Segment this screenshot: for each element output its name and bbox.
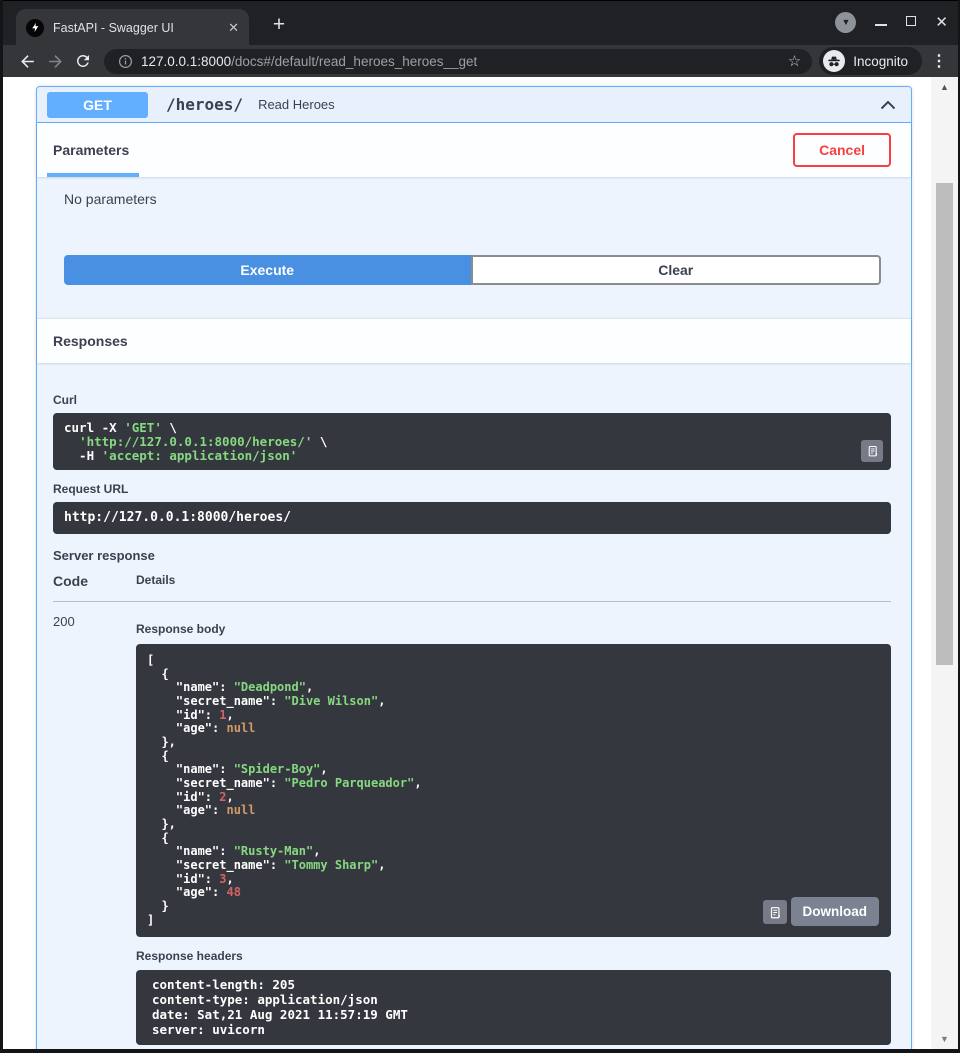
details-column-header: Details <box>136 573 175 589</box>
parameters-body: No parameters Execute Clear <box>37 177 911 318</box>
response-body: [ { "name": "Deadpond", "secret_name": "… <box>136 644 891 937</box>
url-path: /docs#/default/read_heroes_heroes__get <box>231 54 477 69</box>
browser-tab[interactable]: FastAPI - Swagger UI ✕ <box>16 9 249 46</box>
scrollbar-up-icon[interactable]: ▲ <box>931 82 958 92</box>
url-host: 127.0.0.1:8000 <box>141 54 231 69</box>
back-button[interactable] <box>13 48 41 74</box>
no-parameters-text: No parameters <box>64 191 881 207</box>
reload-button[interactable] <box>69 48 97 74</box>
curl-label: Curl <box>53 393 891 407</box>
opblock-get-heroes: GET /heroes/ Read Heroes Parameters Canc… <box>36 86 912 1049</box>
incognito-badge: Incognito <box>819 47 922 75</box>
copy-response-button[interactable] <box>763 900 787 924</box>
browser-toolbar: 127.0.0.1:8000/docs#/default/read_heroes… <box>3 45 958 77</box>
responses-body: Curl curl -X 'GET' \ 'http://127.0.0.1:8… <box>37 393 911 1049</box>
copy-curl-button[interactable] <box>861 440 883 462</box>
window-close-button[interactable]: ✕ <box>935 13 948 31</box>
opblock-header[interactable]: GET /heroes/ Read Heroes <box>37 87 911 123</box>
server-response-table: Code Details 200 Response body [ { "name… <box>53 573 891 1045</box>
swagger-page: GET /heroes/ Read Heroes Parameters Canc… <box>3 77 958 1049</box>
tab-title: FastAPI - Swagger UI <box>53 21 222 35</box>
browser-window: FastAPI - Swagger UI ✕ + ▼ ✕ 127.0.0.1:8… <box>0 0 960 1053</box>
active-tab-underline <box>47 173 139 177</box>
responses-title: Responses <box>53 333 128 349</box>
response-headers: content-length: 205content-type: applica… <box>136 970 891 1045</box>
response-headers-label: Response headers <box>136 949 891 963</box>
incognito-icon <box>823 50 845 72</box>
bookmark-star-icon[interactable]: ☆ <box>780 52 801 70</box>
forward-button[interactable] <box>41 48 69 74</box>
fastapi-favicon-icon <box>26 19 44 37</box>
endpoint-summary: Read Heroes <box>258 97 335 112</box>
titlebar: FastAPI - Swagger UI ✕ + ▼ ✕ <box>3 0 958 45</box>
collapse-chevron-icon[interactable] <box>880 100 896 110</box>
status-code: 200 <box>53 614 136 1045</box>
request-url-value: http://127.0.0.1:8000/heroes/ <box>53 502 891 534</box>
endpoint-path: /heroes/ <box>166 95 243 114</box>
tab-search-icon[interactable]: ▼ <box>835 12 856 33</box>
method-badge: GET <box>47 92 148 118</box>
server-response-label: Server response <box>53 548 891 563</box>
incognito-label: Incognito <box>853 54 908 69</box>
curl-command: curl -X 'GET' \ 'http://127.0.0.1:8000/h… <box>53 413 891 470</box>
scrollbar-down-icon[interactable]: ▼ <box>931 1034 958 1044</box>
responses-section-header: Responses <box>37 318 911 363</box>
cancel-button[interactable]: Cancel <box>793 133 891 167</box>
maximize-button[interactable] <box>906 13 916 31</box>
page-scrollbar[interactable]: ▲ ▼ <box>931 77 958 1049</box>
code-column-header: Code <box>53 573 136 589</box>
response-body-label: Response body <box>136 622 891 636</box>
execute-button[interactable]: Execute <box>64 255 471 285</box>
download-button[interactable]: Download <box>791 897 880 926</box>
tab-close-icon[interactable]: ✕ <box>228 20 239 36</box>
new-tab-button[interactable]: + <box>265 12 293 40</box>
scrollbar-thumb[interactable] <box>936 183 953 665</box>
request-url-label: Request URL <box>53 482 891 496</box>
clear-button[interactable]: Clear <box>471 255 882 285</box>
tab-parameters[interactable]: Parameters <box>53 142 129 158</box>
minimize-button[interactable] <box>875 13 887 31</box>
table-row: 200 Response body [ { "name": "Deadpond"… <box>53 602 891 1045</box>
info-icon[interactable] <box>115 48 135 74</box>
url-text: 127.0.0.1:8000/docs#/default/read_heroes… <box>141 54 477 69</box>
address-bar[interactable]: 127.0.0.1:8000/docs#/default/read_heroes… <box>104 49 812 74</box>
parameters-section-header: Parameters Cancel <box>37 123 911 177</box>
menu-dots-icon[interactable]: ⋮ <box>930 51 948 71</box>
